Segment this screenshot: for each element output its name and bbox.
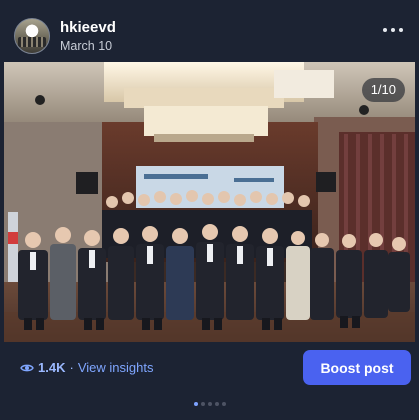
view-insights-link[interactable]: 1.4K · View insights	[20, 360, 153, 375]
post-header: hkieevd March 10	[0, 0, 419, 62]
carousel-dot	[221, 402, 226, 406]
post-card: hkieevd March 10 1/10 1.4K · View insigh…	[0, 0, 419, 420]
separator: ·	[69, 360, 74, 375]
carousel-dot	[214, 402, 219, 406]
views-count: 1.4K	[38, 360, 66, 375]
post-photo[interactable]: 1/10	[4, 62, 415, 342]
carousel-dot	[207, 402, 212, 406]
carousel-dot	[193, 402, 198, 406]
profile-avatar[interactable]	[14, 18, 50, 54]
carousel-indicator	[0, 402, 419, 406]
group-photo-image	[4, 62, 415, 342]
username[interactable]: hkieevd	[60, 19, 116, 36]
view-insights-label[interactable]: View insights	[78, 360, 154, 375]
more-options-icon[interactable]	[383, 23, 405, 37]
boost-post-button[interactable]: Boost post	[303, 350, 411, 385]
carousel-dot	[200, 402, 205, 406]
post-footer: 1.4K · View insights Boost post	[0, 342, 419, 420]
avatar-image	[18, 37, 46, 47]
post-date: March 10	[60, 39, 113, 53]
image-counter: 1/10	[361, 78, 405, 102]
eye-icon	[20, 364, 34, 371]
